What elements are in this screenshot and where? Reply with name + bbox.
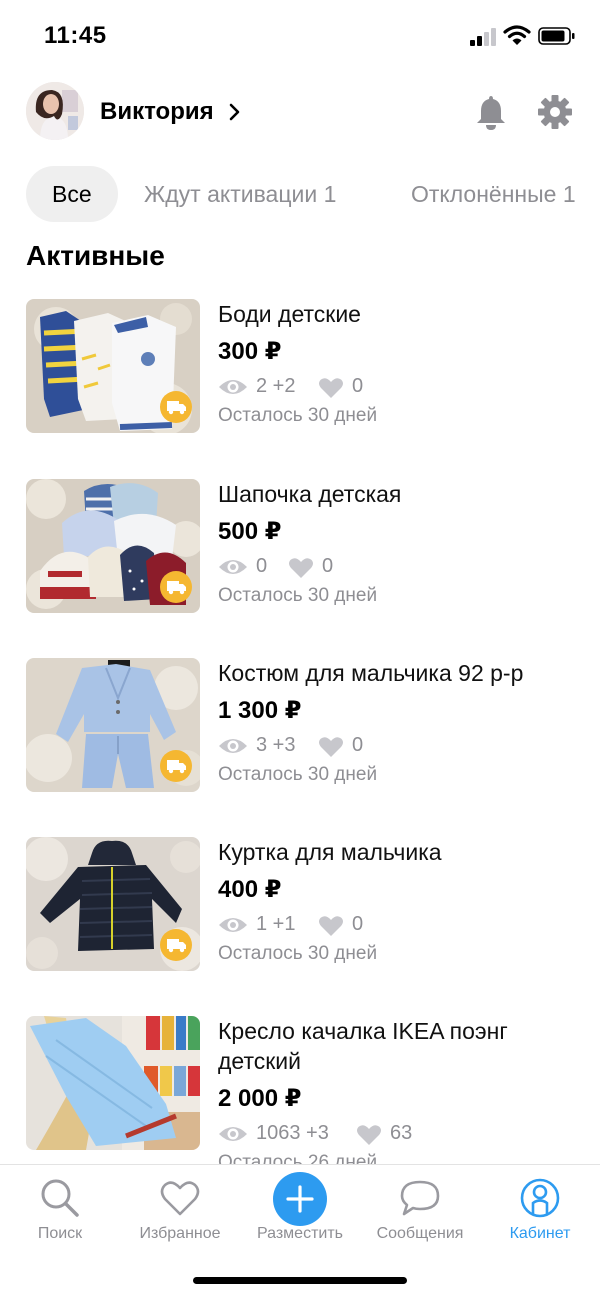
views-count: 0 — [256, 555, 268, 577]
listing-title[interactable]: Шапочка детская — [218, 479, 588, 509]
profile-header: Виктория — [0, 80, 600, 146]
nav-post[interactable]: Разместить — [240, 1165, 360, 1265]
heart-icon — [160, 1181, 200, 1216]
heart-icon — [319, 378, 343, 398]
filter-tabs: Все Ждут активации 1 Отклонённые 1 — [0, 166, 600, 224]
listing-price: 1 300 ₽ — [218, 697, 302, 724]
views-count: 3 +3 — [256, 734, 296, 756]
likes-count: 0 — [352, 734, 364, 756]
days-remaining: Осталось 30 дней — [218, 764, 378, 785]
views-count: 1 +1 — [256, 913, 296, 935]
listing-price: 500 ₽ — [218, 518, 282, 545]
bell-icon[interactable] — [474, 94, 508, 130]
listing-stats: 0 0 — [218, 555, 598, 581]
status-time: 11:45 — [44, 22, 107, 49]
wifi-icon — [503, 25, 531, 45]
nav-search[interactable]: Поиск — [0, 1165, 120, 1265]
plus-icon — [286, 1185, 314, 1213]
listing-item[interactable]: Шапочка детская 500 ₽ 0 0 Осталось 30 дн… — [0, 479, 600, 619]
listing-stats: 1 +1 0 — [218, 913, 598, 939]
views-count: 2 +2 — [256, 375, 296, 397]
heart-icon — [319, 737, 343, 757]
listing-item[interactable]: Костюм для мальчика 92 р-р 1 300 ₽ 3 +3 … — [0, 658, 600, 798]
user-name[interactable]: Виктория — [100, 98, 214, 126]
battery-icon — [538, 27, 575, 45]
section-title: Активные — [26, 240, 165, 271]
nav-messages[interactable]: Сообщения — [360, 1165, 480, 1265]
nav-label-account: Кабинет — [509, 1225, 571, 1242]
cellular-signal-icon — [470, 28, 498, 46]
listing-photo[interactable] — [26, 837, 200, 971]
chevron-right-icon[interactable] — [228, 102, 242, 122]
listing-photo[interactable] — [26, 1016, 200, 1150]
nav-label-messages: Сообщения — [376, 1225, 464, 1242]
heart-icon — [357, 1125, 381, 1145]
heart-icon — [289, 558, 313, 578]
likes-count: 0 — [352, 375, 364, 397]
heart-icon — [319, 916, 343, 936]
listing-photo[interactable] — [26, 479, 200, 613]
status-bar: 11:45 — [0, 0, 600, 74]
nav-label-post: Разместить — [256, 1225, 344, 1242]
listing-item[interactable]: Куртка для мальчика 400 ₽ 1 +1 0 Осталос… — [0, 837, 600, 977]
days-remaining: Осталось 30 дней — [218, 405, 378, 426]
likes-count: 0 — [322, 555, 334, 577]
home-indicator — [193, 1277, 407, 1284]
nav-account[interactable]: Кабинет — [480, 1165, 600, 1265]
listing-photo[interactable] — [26, 299, 200, 433]
tab-all[interactable]: Все — [26, 166, 118, 222]
delivery-icon — [160, 571, 192, 603]
listing-price: 2 000 ₽ — [218, 1085, 302, 1112]
listing-photo[interactable] — [26, 658, 200, 792]
search-icon — [41, 1179, 79, 1217]
listing-stats: 3 +3 0 — [218, 734, 598, 760]
eye-icon — [219, 380, 247, 394]
eye-icon — [219, 1127, 247, 1141]
delivery-icon — [160, 929, 192, 961]
listing-price: 400 ₽ — [218, 876, 282, 903]
views-count: 1063 +3 — [256, 1122, 329, 1144]
gear-icon[interactable] — [537, 94, 573, 130]
likes-count: 63 — [390, 1122, 413, 1144]
listing-item[interactable]: Кресло качалка IKEA поэнг детский 2 000 … — [0, 1016, 600, 1166]
days-remaining: Осталось 30 дней — [218, 943, 378, 964]
nav-favorites[interactable]: Избранное — [120, 1165, 240, 1265]
eye-icon — [219, 560, 247, 574]
tab-rejected[interactable]: Отклонённые 1 — [411, 166, 576, 222]
likes-count: 0 — [352, 913, 364, 935]
listing-price: 300 ₽ — [218, 338, 282, 365]
days-remaining: Осталось 30 дней — [218, 585, 378, 606]
listing-title[interactable]: Кресло качалка IKEA поэнг детский — [218, 1016, 588, 1076]
chat-bubble-icon — [400, 1180, 440, 1216]
tab-awaiting-activation[interactable]: Ждут активации 1 — [144, 166, 336, 222]
post-button[interactable] — [273, 1172, 327, 1226]
listing-stats: 2 +2 0 — [218, 375, 598, 401]
delivery-icon — [160, 391, 192, 423]
avatar[interactable] — [26, 82, 84, 140]
nav-label-search: Поиск — [37, 1225, 83, 1242]
listing-stats: 1063 +3 63 — [218, 1122, 598, 1148]
profile-icon — [520, 1178, 560, 1218]
eye-icon — [219, 918, 247, 932]
listing-title[interactable]: Боди детские — [218, 299, 588, 329]
eye-icon — [219, 739, 247, 753]
delivery-icon — [160, 750, 192, 782]
listing-title[interactable]: Костюм для мальчика 92 р-р — [218, 658, 588, 688]
listing-item[interactable]: Боди детские 300 ₽ 2 +2 0 Осталось 30 дн… — [0, 299, 600, 439]
listing-title[interactable]: Куртка для мальчика — [218, 837, 588, 867]
nav-label-favorites: Избранное — [139, 1225, 221, 1242]
